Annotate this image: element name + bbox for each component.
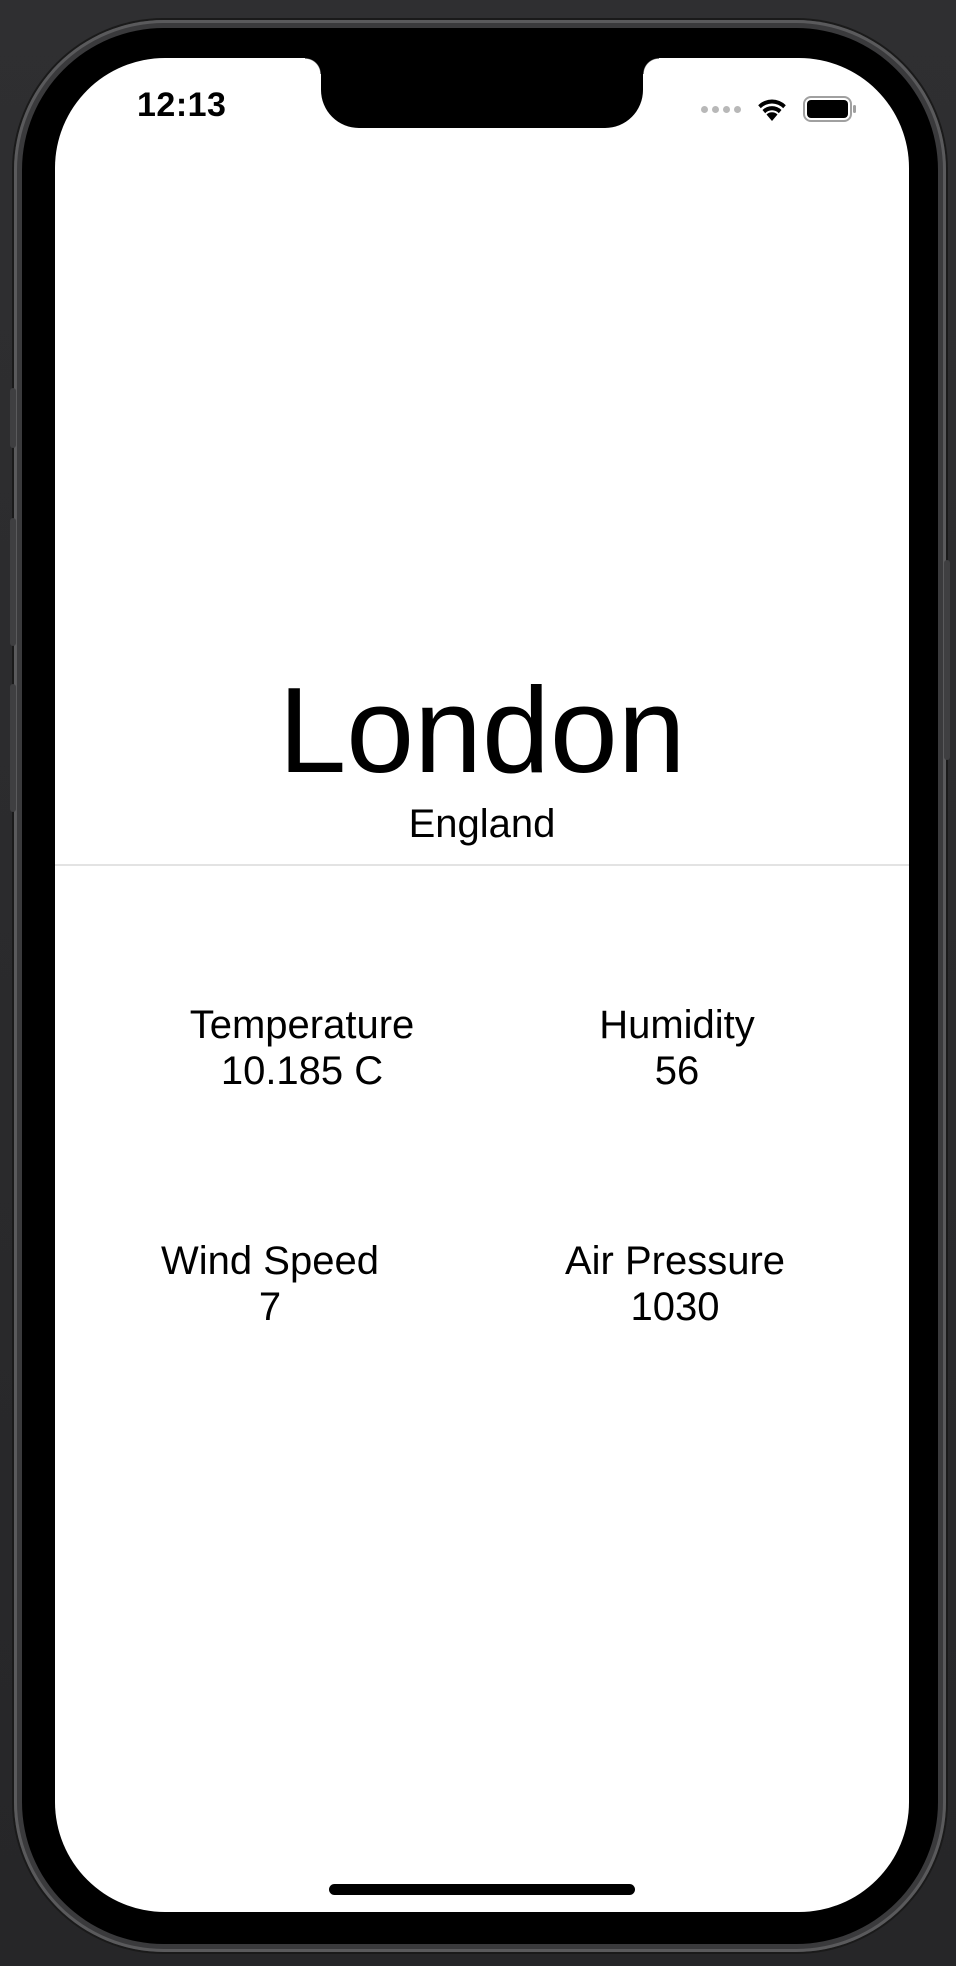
wind-speed-label: Wind Speed xyxy=(161,1239,379,1283)
humidity-value: 56 xyxy=(654,1049,700,1093)
status-bar-time: 12:13 xyxy=(137,86,227,124)
air-pressure-label: Air Pressure xyxy=(564,1239,786,1283)
device-notch xyxy=(305,58,659,128)
air-pressure-metric: Air Pressure 1030 xyxy=(549,1238,801,1330)
device-silent-switch xyxy=(10,388,16,448)
header-divider xyxy=(55,864,909,866)
home-indicator[interactable] xyxy=(329,1884,635,1895)
country-name: England xyxy=(408,802,556,846)
temperature-metric: Temperature 10.185 C xyxy=(152,1002,452,1094)
battery-icon xyxy=(803,96,856,122)
cellular-signal-icon xyxy=(701,105,741,113)
device-volume-down xyxy=(10,684,16,812)
device-power-button xyxy=(944,560,950,760)
city-name: London xyxy=(278,662,686,798)
status-bar-icons xyxy=(701,92,857,126)
app-screen: 12:13 London England Temperature 10.185 … xyxy=(55,58,909,1912)
wind-speed-value: 7 xyxy=(258,1285,282,1329)
temperature-label: Temperature xyxy=(189,1003,415,1047)
humidity-label: Humidity xyxy=(599,1003,755,1047)
humidity-metric: Humidity 56 xyxy=(577,1002,777,1094)
temperature-value: 10.185 C xyxy=(220,1049,384,1093)
wind-speed-metric: Wind Speed 7 xyxy=(127,1238,413,1330)
wifi-icon xyxy=(758,99,786,121)
device-volume-up xyxy=(10,518,16,646)
air-pressure-value: 1030 xyxy=(630,1285,720,1329)
